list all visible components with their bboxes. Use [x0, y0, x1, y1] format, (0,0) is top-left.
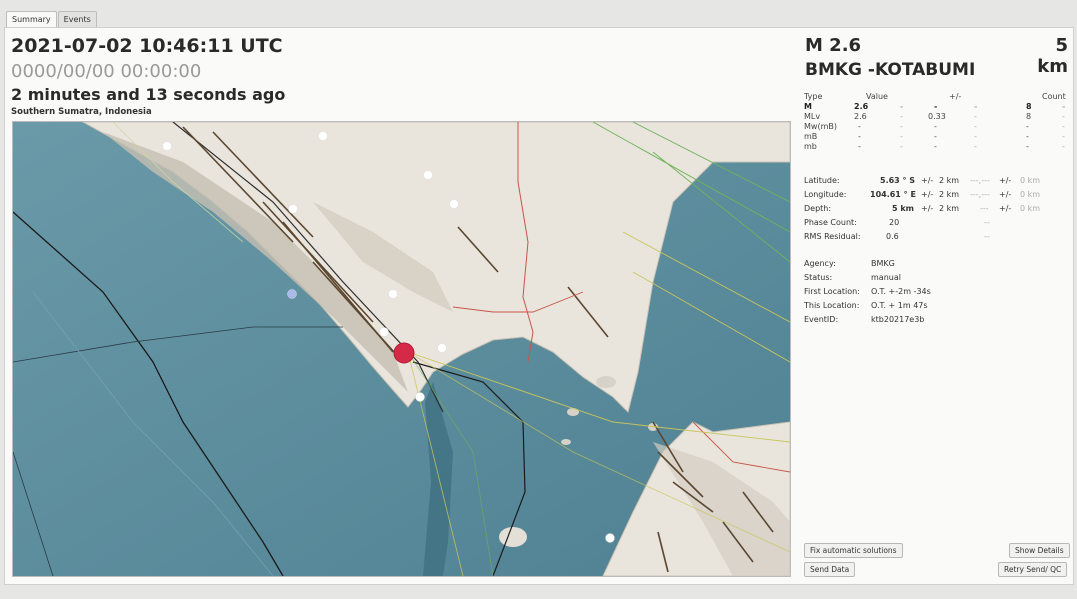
magnitude-table-header: Type Value +/- Count — [804, 92, 1068, 102]
magnitude-value: M 2.6 — [805, 35, 862, 56]
time-ago: 2 minutes and 13 seconds ago — [11, 85, 286, 104]
phase-count-row: Phase Count: 20 -- — [804, 218, 990, 227]
latitude-row: Latitude: 5.63 ° S +/- 2 km ---,--- +/- … — [804, 176, 1041, 185]
region-name: Southern Sumatra, Indonesia — [11, 107, 152, 117]
first-location-value: O.T. +-2m -34s — [871, 287, 931, 296]
table-row[interactable]: MLv 2.6 - 0.33 - 8 - — [804, 112, 1068, 122]
map-canvas — [13, 122, 790, 576]
show-details-button[interactable]: Show Details — [1009, 543, 1070, 558]
tab-summary[interactable]: Summary — [6, 11, 57, 27]
retry-send-qc-button[interactable]: Retry Send/ QC — [998, 562, 1068, 577]
zero-time: 0000/00/00 00:00:00 — [11, 61, 202, 82]
tab-events[interactable]: Events — [57, 11, 97, 27]
rms-residual-row: RMS Residual: 0.6 -- — [804, 232, 990, 241]
status-value: manual — [871, 273, 901, 282]
depth-value: 5 km — [1037, 35, 1068, 77]
agency-region: BMKG -KOTABUMI — [805, 60, 976, 80]
agency-value: BMKG — [871, 259, 895, 268]
this-location-label: This Location: — [804, 301, 860, 310]
header-pm: +/- — [949, 92, 962, 101]
epicenter-marker — [393, 342, 415, 364]
location-info: Latitude: 5.63 ° S +/- 2 km ---,--- +/- … — [804, 174, 1068, 244]
table-row[interactable]: Mw(mB) - - - - - - — [804, 122, 1068, 132]
header-value: Value — [866, 92, 888, 101]
event-info: Agency: BMKG Status: manual First Locati… — [804, 257, 1068, 329]
origin-time: 2021-07-02 10:46:11 UTC — [11, 35, 283, 57]
longitude-row: Longitude: 104.61 ° E +/- 2 km ---,--- +… — [804, 190, 1041, 199]
depth-row: Depth: 5 km +/- 2 km --- +/- 0 km — [804, 204, 1041, 213]
tab-bar: Summary Events — [6, 11, 98, 27]
agency-label: Agency: — [804, 259, 836, 268]
first-location-label: First Location: — [804, 287, 860, 296]
fix-automatic-solutions-button[interactable]: Fix automatic solutions — [804, 543, 903, 558]
this-location-value: O.T. + 1m 47s — [871, 301, 928, 310]
send-data-button[interactable]: Send Data — [804, 562, 856, 577]
table-row[interactable]: M 2.6 - - - 8 - — [804, 102, 1068, 112]
station-selected — [287, 289, 297, 299]
status-label: Status: — [804, 273, 833, 282]
header-count: Count — [1042, 92, 1066, 101]
table-row[interactable]: mb - - - - - - — [804, 142, 1068, 152]
table-row[interactable]: mB - - - - - - — [804, 132, 1068, 142]
header-type: Type — [804, 92, 823, 101]
event-id-label: EventID: — [804, 315, 839, 324]
event-map[interactable] — [12, 121, 791, 577]
event-id-value: ktb20217e3b — [871, 315, 925, 324]
